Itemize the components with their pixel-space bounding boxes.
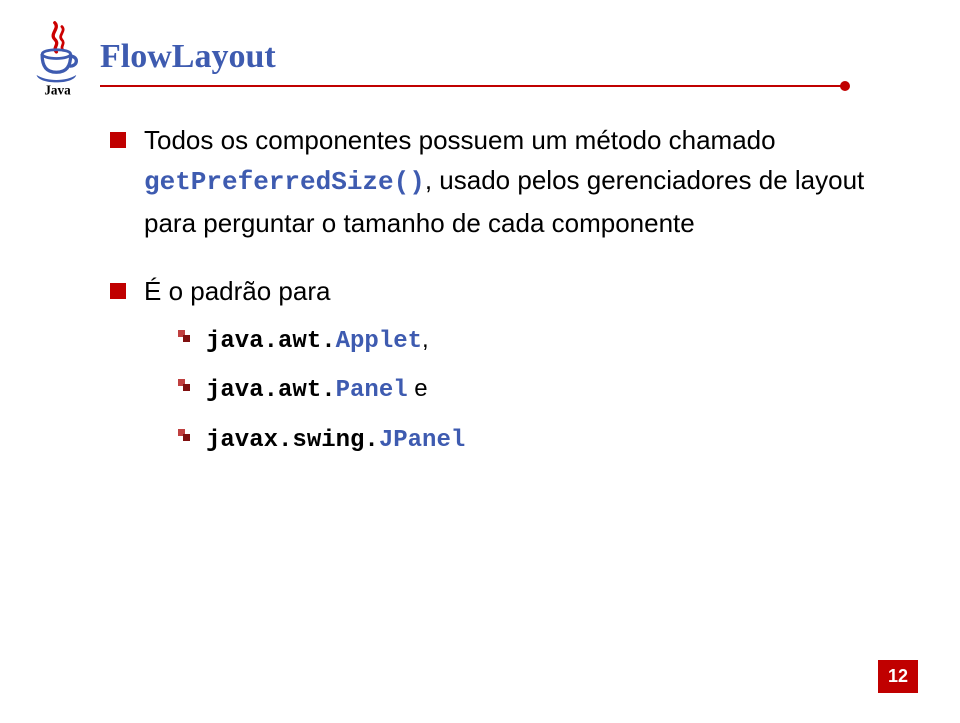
java-logo-icon: Java [30, 20, 85, 102]
tail-text: , [422, 326, 429, 353]
code-package: javax.swing. [206, 427, 379, 454]
code-package: java.awt. [206, 377, 336, 404]
code-class: Panel [336, 377, 408, 404]
subbullet-icon [178, 429, 192, 443]
bullet-icon [110, 283, 126, 299]
sublist-item: java.awt.Applet, [178, 321, 900, 360]
list-item: Todos os componentes possuem um método c… [110, 120, 900, 243]
list-item: É o padrão para java.awt.Applet, java.aw… [110, 271, 900, 469]
slide: Java FlowLayout Todos os componentes pos… [0, 0, 960, 723]
item-text: É o padrão para java.awt.Applet, java.aw… [144, 271, 900, 469]
bullet-icon [110, 132, 126, 148]
code-class: JPanel [379, 427, 465, 454]
rule-dot-icon [840, 81, 850, 91]
sub-text: java.awt.Applet, [206, 321, 429, 360]
subbullet-icon [178, 330, 192, 344]
code-inline: getPreferredSize() [144, 167, 425, 197]
page-number-badge: 12 [878, 660, 918, 693]
sublist-item: java.awt.Panel e [178, 370, 900, 409]
rule-line [100, 85, 845, 87]
text-prefix: É o padrão para [144, 276, 330, 306]
slide-title: FlowLayout [100, 38, 900, 76]
svg-text:Java: Java [44, 82, 71, 97]
item-text: Todos os componentes possuem um método c… [144, 120, 900, 243]
sublist-item: javax.swing.JPanel [178, 420, 900, 459]
code-package: java.awt. [206, 328, 336, 355]
content-area: Todos os componentes possuem um método c… [100, 120, 900, 469]
title-rule [100, 82, 900, 90]
tail-text: e [408, 375, 428, 402]
sub-text: javax.swing.JPanel [206, 420, 465, 459]
sub-text: java.awt.Panel e [206, 370, 428, 409]
sublist: java.awt.Applet, java.awt.Panel e javax.… [144, 321, 900, 459]
text-prefix: Todos os componentes possuem um método c… [144, 125, 776, 155]
subbullet-icon [178, 379, 192, 393]
code-class: Applet [336, 328, 422, 355]
